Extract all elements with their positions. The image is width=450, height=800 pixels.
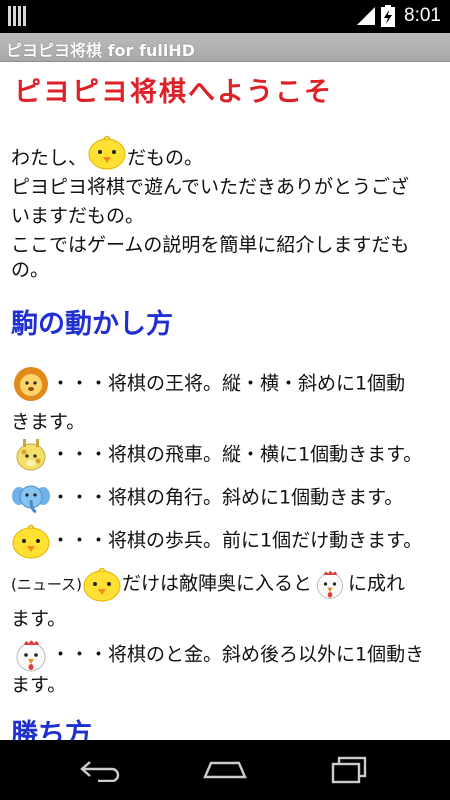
chick-description: ・・・将棋の歩兵。前に1個だけ動きます。	[11, 523, 422, 559]
intro-line-2: ピヨピヨ将棋で遊んでいただきありがとうござ	[11, 176, 410, 198]
hen-text-2: ます。	[11, 674, 67, 696]
intro-line1-pre: わたし、	[11, 147, 88, 169]
recent-apps-icon	[331, 756, 367, 784]
elephant-icon	[11, 480, 51, 516]
promo-suffix: に成れ	[347, 572, 405, 595]
promotion-description: (ニュース) だけは敵陣奥に入ると に成れ	[11, 566, 405, 602]
hen-text-1: ・・・将棋のと金。斜め後ろ以外に1個動き	[51, 643, 425, 666]
giraffe-description: ・・・将棋の飛車。縦・横に1個動きます。	[11, 437, 422, 473]
intro-line-4: ここではゲームの説明を簡単に紹介しますだも	[11, 234, 410, 256]
giraffe-text: ・・・将棋の飛車。縦・横に1個動きます。	[51, 443, 423, 466]
elephant-description: ・・・将棋の角行。斜めに1個動きます。	[11, 480, 403, 516]
win-heading: 勝ち方	[11, 719, 92, 740]
chick-icon	[87, 134, 127, 170]
content-scroll-area[interactable]: ピヨピヨ将棋へようこそ わたし、 だもの。 ピヨピヨ将棋で遊んでいただきありがとう…	[0, 62, 450, 740]
promo-mid: だけは敵陣奥に入ると	[121, 572, 312, 595]
promo-text-2: ます。	[11, 608, 67, 630]
hen-description: ・・・将棋のと金。斜め後ろ以外に1個動き	[11, 637, 424, 673]
navigation-bar	[0, 740, 450, 800]
giraffe-icon	[11, 437, 51, 473]
lion-text-1: ・・・将棋の王将。縦・横・斜めに1個動	[51, 372, 406, 395]
back-icon	[80, 761, 120, 782]
notification-icon	[8, 6, 28, 26]
moves-heading: 駒の動かし方	[11, 309, 173, 340]
app-title-bar: ピヨピヨ将棋 for fullHD	[0, 33, 450, 62]
intro-line-1: わたし、 だもの。	[11, 144, 203, 173]
intro-line-5: の。	[11, 259, 50, 281]
intro-line1-post: だもの。	[127, 147, 204, 169]
app-title: ピヨピヨ将棋 for fullHD	[6, 41, 195, 60]
lion-icon	[11, 366, 51, 402]
recent-apps-button[interactable]	[320, 752, 380, 788]
home-button[interactable]	[195, 752, 255, 788]
lion-description: ・・・将棋の王将。縦・横・斜めに1個動	[11, 366, 405, 402]
status-time: 8:01	[404, 5, 441, 26]
hen-icon	[312, 566, 348, 602]
elephant-text: ・・・将棋の角行。斜めに1個動きます。	[51, 486, 404, 509]
status-bar: 8:01	[0, 0, 450, 33]
signal-icon	[357, 7, 375, 25]
battery-charging-icon	[381, 5, 395, 27]
promo-prefix: (ニュース)	[11, 575, 82, 594]
home-icon	[203, 761, 247, 779]
chick-icon	[11, 523, 51, 559]
lion-text-2: きます。	[11, 411, 86, 433]
intro-line-3: いますだもの。	[11, 205, 145, 227]
welcome-heading: ピヨピヨ将棋へようこそ	[14, 77, 333, 108]
chick-icon	[82, 566, 122, 602]
back-button[interactable]	[70, 752, 130, 788]
hen-icon	[11, 637, 51, 673]
chick-text: ・・・将棋の歩兵。前に1個だけ動きます。	[51, 529, 423, 552]
